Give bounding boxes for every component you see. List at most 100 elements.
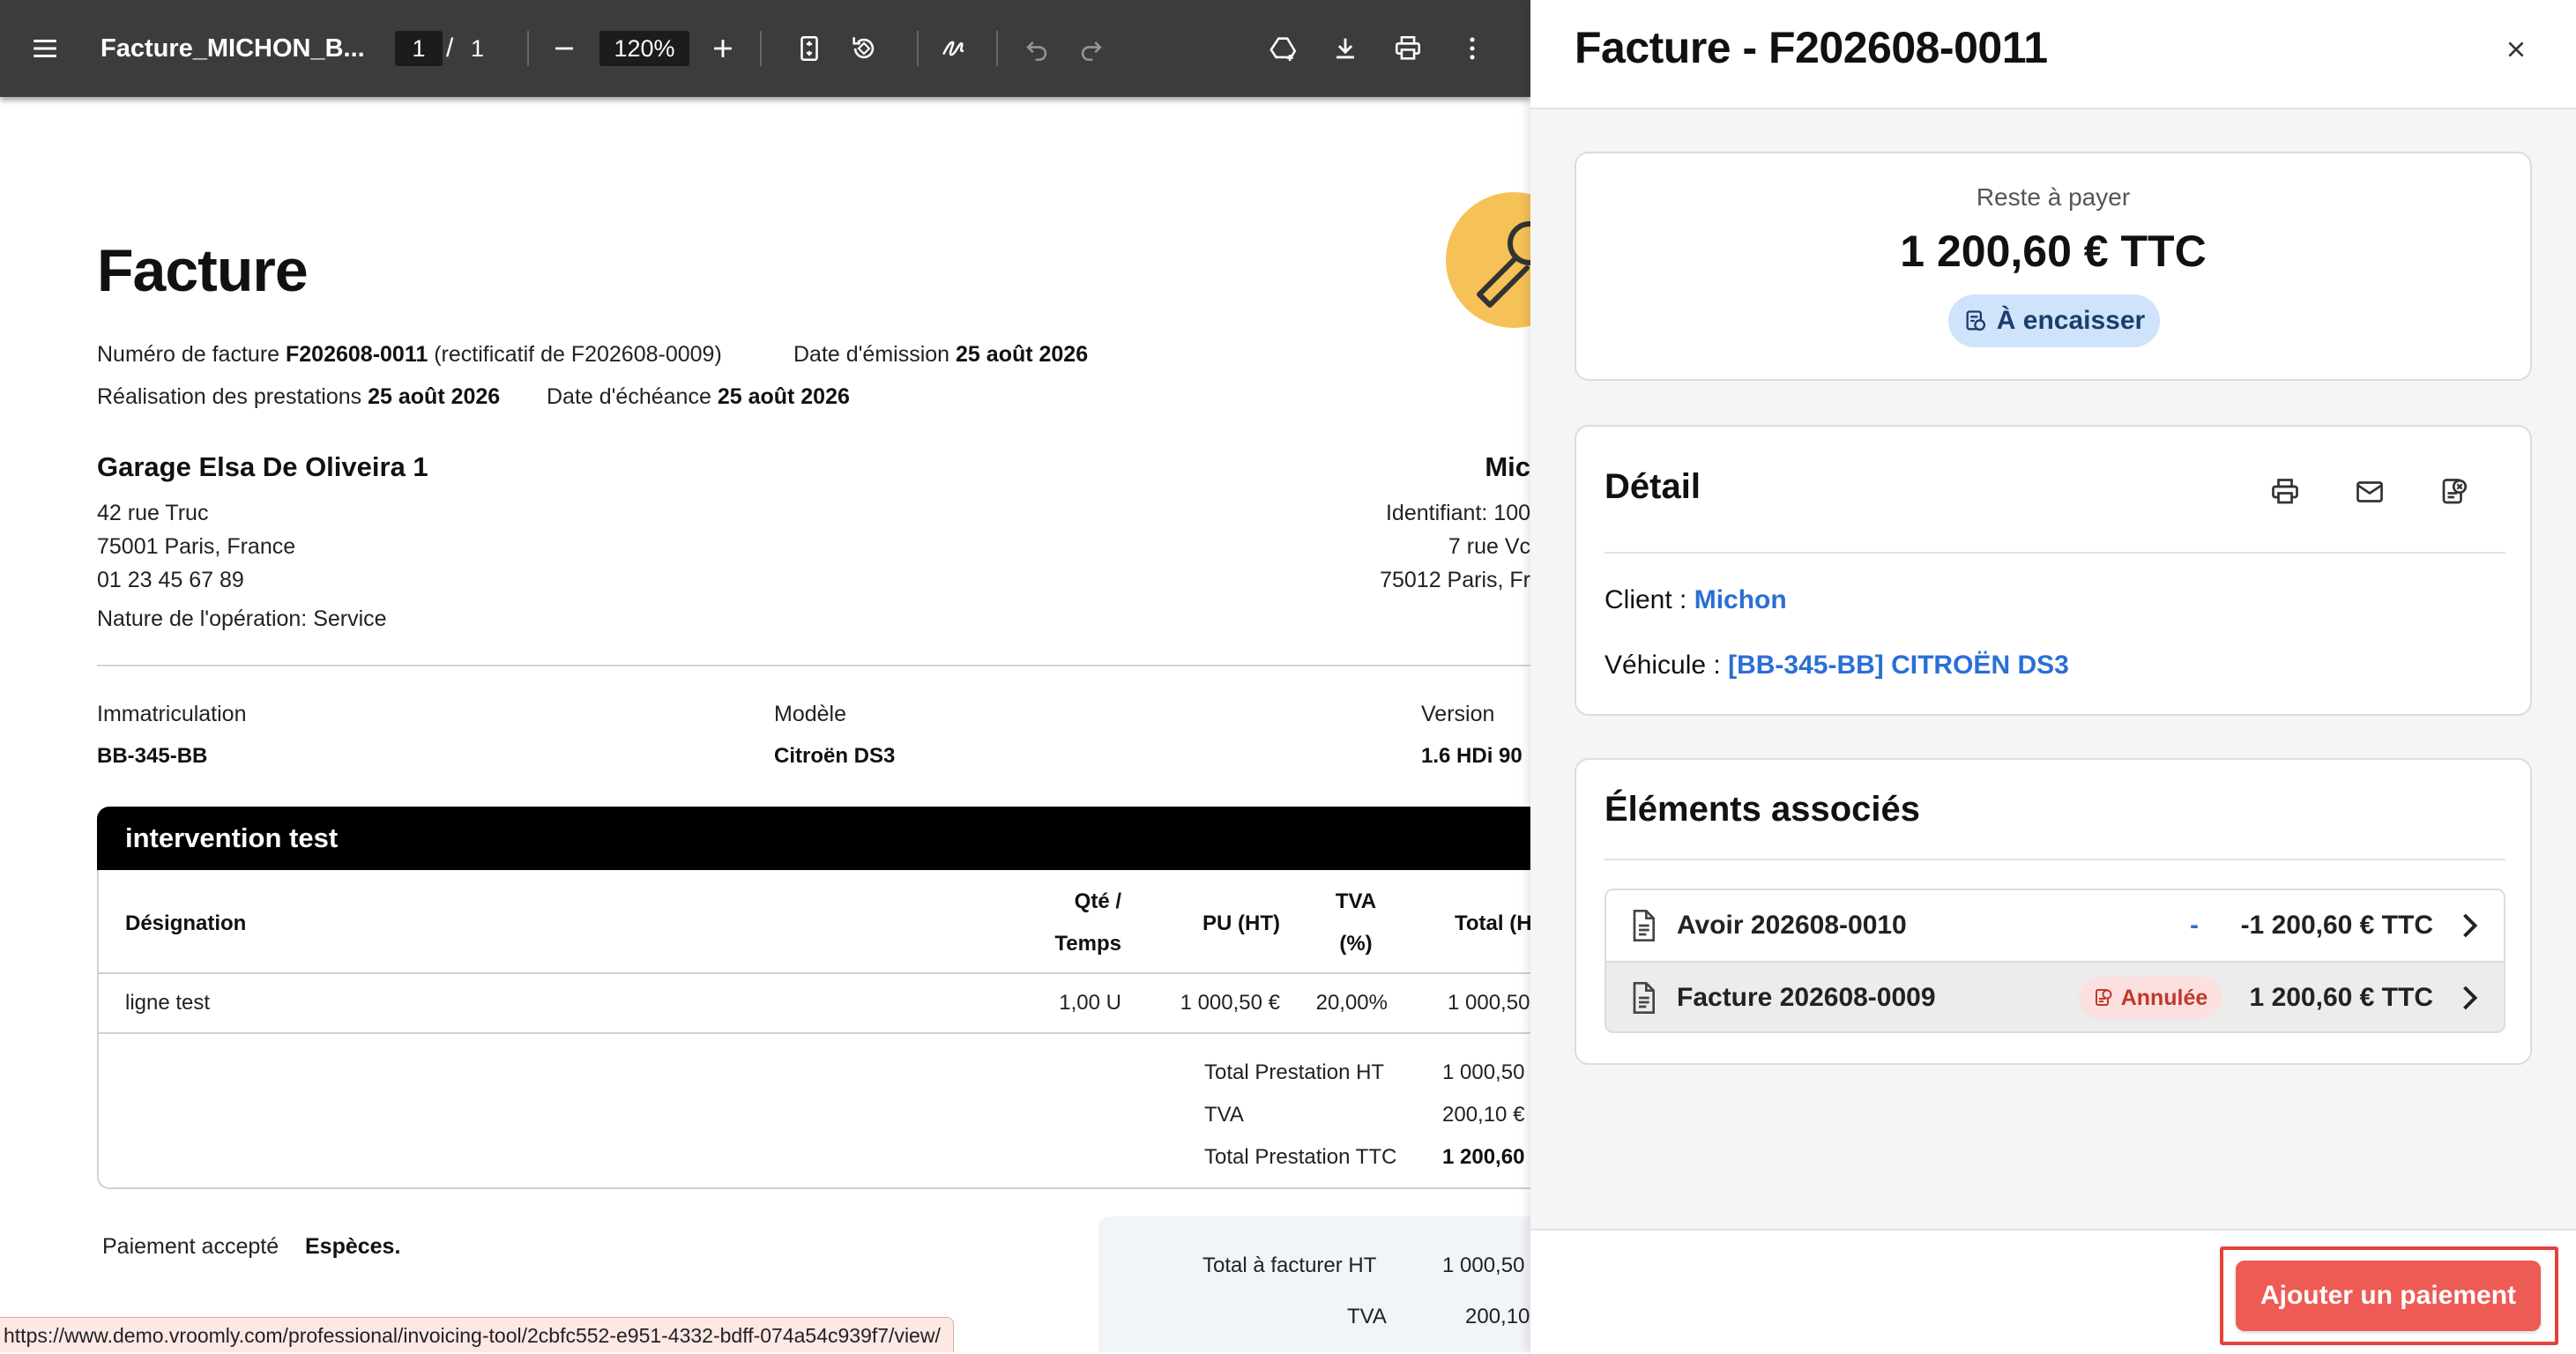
invoice-number-label: Numéro de facture	[97, 342, 280, 367]
emission-date-line: Date d'émission 25 août 2026	[793, 342, 1088, 368]
client-name: Mic	[1485, 451, 1530, 482]
pdf-page: Facture Numéro de facture F202608-0011 (…	[0, 104, 1530, 1352]
item-status: -	[2190, 911, 2199, 940]
col-tva-line2: (%)	[1339, 932, 1373, 956]
intervention-header: intervention test	[97, 807, 1530, 870]
total-ttc-label: Total Prestation TTC	[1204, 1145, 1397, 1169]
intervention-table: Désignation Qté / Temps PU (HT) TVA (%) …	[97, 870, 1530, 1189]
undo-icon[interactable]	[1021, 0, 1053, 97]
col-pu: PU (HT)	[1202, 911, 1280, 935]
menu-icon[interactable]	[26, 0, 63, 97]
print-icon	[2272, 479, 2298, 504]
balance-amount: 1 200,60 € TTC	[1900, 227, 2207, 276]
item-status: Annulée	[2120, 985, 2208, 1010]
vehicle-line: Véhicule : [BB-345-BB] CITROËN DS3	[1604, 651, 2069, 681]
summary-ht-value: 1 000,50	[1442, 1254, 1525, 1277]
page-separator: /	[446, 33, 454, 63]
total-tva-label: TVA	[1204, 1103, 1244, 1127]
immat-label: Immatriculation	[97, 702, 247, 726]
client-street: 7 rue Vc	[1448, 534, 1530, 559]
row-tva: 20,00%	[1315, 991, 1388, 1015]
divider	[97, 665, 1530, 666]
invoice-drawer: Facture - F202608-0011 Reste à payer 1 2…	[1530, 0, 2576, 1354]
associated-items-list: Avoir 202608-0010 - -1 200,60 € TTC Fact…	[1604, 889, 2505, 1033]
add-payment-button[interactable]: Ajouter un paiement	[2236, 1261, 2541, 1331]
realisation-date-value: 25 août 2026	[368, 384, 501, 409]
pdf-viewer: Facture Numéro de facture F202608-0011 (…	[0, 0, 1530, 1352]
zoom-out-icon[interactable]	[548, 0, 580, 97]
version-value: 1.6 HDi 90	[1421, 744, 1523, 768]
emission-date-label: Date d'émission	[793, 342, 950, 367]
toolbar-divider	[527, 31, 529, 66]
col-qty-line1: Qté /	[1074, 889, 1121, 913]
garage-name: Garage Elsa De Oliveira 1	[97, 451, 428, 482]
row-pu: 1 000,50 €	[1180, 991, 1280, 1015]
item-name: Avoir 202608-0010	[1677, 911, 1907, 940]
document-icon	[1633, 910, 1655, 941]
page-number-input[interactable]: 1	[395, 31, 443, 66]
email-invoice-button[interactable]	[2350, 472, 2389, 511]
zoom-level-input[interactable]: 120%	[599, 31, 689, 66]
client-line: Client : Michon	[1604, 585, 1787, 615]
download-icon[interactable]	[1329, 0, 1361, 97]
realisation-date-label: Réalisation des prestations	[97, 384, 362, 409]
item-amount: 1 200,60 € TTC	[2249, 983, 2433, 1012]
garage-city: 75001 Paris, France	[97, 534, 296, 559]
total-ht-value: 1 000,50	[1442, 1060, 1525, 1084]
detail-card: Détail Client : Michon Véhicule : [BB-34…	[1575, 425, 2532, 716]
client-link[interactable]: Michon	[1694, 585, 1787, 614]
more-options-icon[interactable]	[1456, 0, 1488, 97]
cancel-invoice-button[interactable]	[2435, 472, 2474, 511]
document-icon	[1633, 982, 1655, 1014]
payment-accepted-value: Espèces.	[305, 1234, 401, 1259]
chevron-right-icon	[2463, 986, 2478, 1010]
wrench-icon	[1477, 221, 1530, 308]
status-bar-url: https://www.demo.vroomly.com/professiona…	[0, 1317, 954, 1352]
pdf-toolbar: Facture_MICHON_B... 1 / 1 120%	[0, 0, 1530, 97]
annotate-icon[interactable]	[938, 0, 970, 97]
item-amount: -1 200,60 € TTC	[2240, 911, 2433, 940]
chevron-right-icon	[2463, 913, 2478, 938]
row-total: 1 000,50	[1448, 991, 1530, 1015]
col-total: Total (H	[1455, 911, 1530, 935]
col-designation: Désignation	[125, 911, 247, 935]
invoice-heading: Facture	[97, 237, 309, 304]
page-total: 1	[471, 35, 485, 62]
due-date-value: 25 août 2026	[717, 384, 850, 409]
print-icon[interactable]	[1391, 0, 1425, 97]
mail-icon	[2356, 481, 2383, 502]
toolbar-divider	[917, 31, 919, 66]
add-to-drive-icon[interactable]	[1266, 0, 1301, 97]
list-item-facture[interactable]: Facture 202608-0009 Annulée 1 200,60 € T…	[1606, 963, 2504, 1031]
list-item-avoir[interactable]: Avoir 202608-0010 - -1 200,60 € TTC	[1606, 890, 2504, 963]
version-label: Version	[1421, 702, 1495, 726]
rectif-note: (rectificatif de F202608-0009)	[434, 342, 722, 367]
col-tva: TVA (%)	[1324, 881, 1388, 965]
redo-icon[interactable]	[1076, 0, 1107, 97]
client-label: Client :	[1604, 585, 1687, 614]
total-tva-value: 200,10 €	[1442, 1103, 1525, 1127]
rotate-icon[interactable]	[848, 0, 880, 97]
close-button[interactable]	[2500, 33, 2532, 65]
invoice-status-icon	[1966, 310, 1985, 331]
zoom-in-icon[interactable]	[707, 0, 739, 97]
vehicle-link[interactable]: [BB-345-BB] CITROËN DS3	[1728, 651, 2069, 680]
balance-label: Reste à payer	[1976, 183, 2131, 211]
invoice-number-line: Numéro de facture F202608-0011 (rectific…	[97, 342, 722, 368]
model-value: Citroën DS3	[774, 744, 896, 768]
client-city: 75012 Paris, Fr	[1380, 568, 1530, 592]
invoice-cancel-icon	[2442, 479, 2468, 504]
status-badge-cancelled: Annulée	[2079, 977, 2222, 1019]
close-icon	[2508, 41, 2524, 57]
card-divider	[1604, 552, 2505, 554]
fit-page-icon[interactable]	[793, 0, 825, 97]
emission-date-value: 25 août 2026	[956, 342, 1089, 367]
col-qty: Qté / Temps	[1016, 881, 1121, 965]
drawer-header: Facture - F202608-0011	[1530, 0, 2576, 109]
garage-phone: 01 23 45 67 89	[97, 568, 244, 592]
row-qty: 1,00 U	[1059, 991, 1121, 1015]
client-identifier: Identifiant: 100	[1385, 501, 1530, 525]
summary-tva-label: TVA	[1347, 1305, 1387, 1328]
drawer-footer: Ajouter un paiement	[1530, 1229, 2576, 1354]
print-invoice-button[interactable]	[2266, 472, 2304, 511]
